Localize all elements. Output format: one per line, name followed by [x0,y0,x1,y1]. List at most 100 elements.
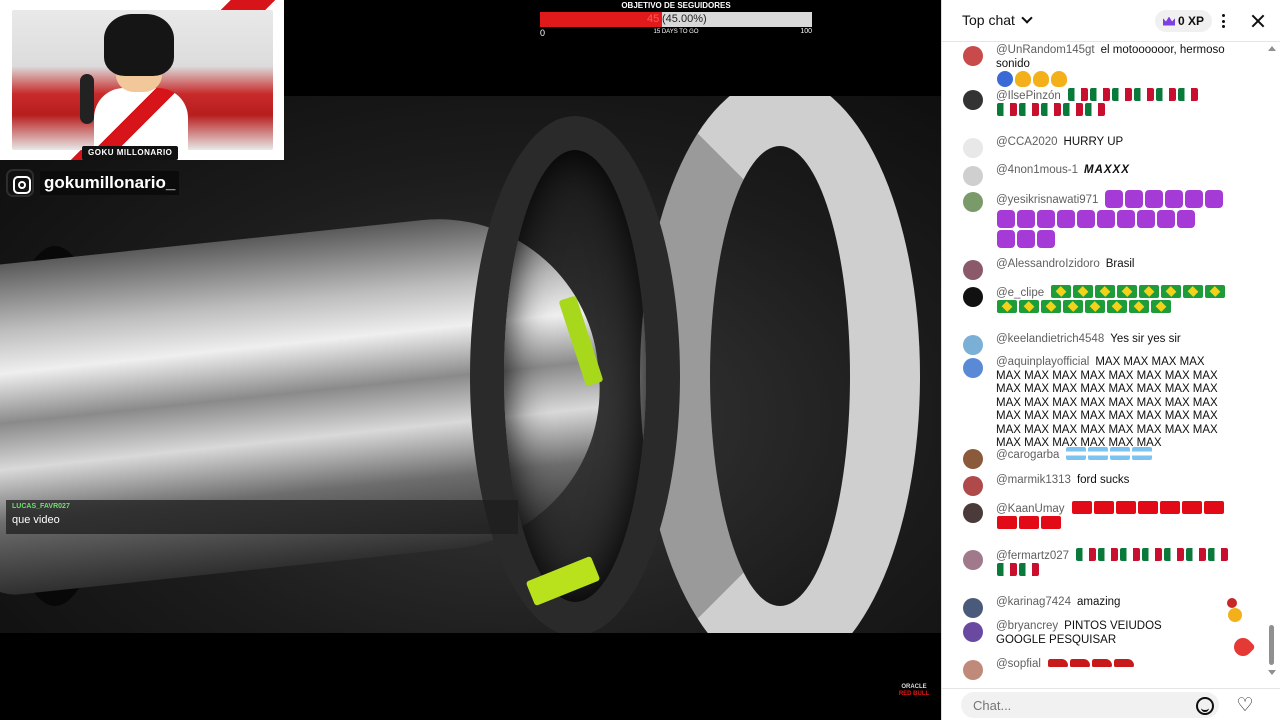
emoji [1132,447,1153,460]
avatar[interactable] [963,660,983,680]
emoji [1066,447,1087,460]
message-author[interactable]: @marmik1313 [996,474,1071,486]
microphone-icon [80,74,94,124]
chat-message-list[interactable]: @UnRandom145gt el motoooooor, hermoso son… [942,42,1280,688]
message-text: ford sucks [1076,474,1130,486]
emoji [1181,501,1202,514]
avatar[interactable] [963,192,983,212]
emoji [1165,190,1184,208]
message-author[interactable]: @KaanUmay [996,503,1065,515]
avatar[interactable] [963,46,983,66]
avatar[interactable] [963,622,983,642]
emoji [1037,230,1055,248]
emoji [1105,190,1124,208]
message-author[interactable]: @fermartz027 [996,550,1069,562]
message-author[interactable]: @aquinplayofficial [996,356,1089,368]
emoji-icon[interactable] [1196,697,1214,715]
emoji [1185,190,1204,208]
emoji [1019,103,1039,117]
goal-max: 100 [800,28,812,35]
avatar[interactable] [963,598,983,618]
message-author[interactable]: @keelandietrich4548 [996,333,1104,345]
chat-mode-dropdown[interactable]: Top chat [962,12,1033,28]
message-author[interactable]: @AlessandroIzidoro [996,258,1100,270]
emoji [1177,210,1195,228]
emoji [1051,285,1072,298]
emoji [1142,548,1163,561]
message-author[interactable]: @bryancrey [996,620,1058,632]
emoji [1157,210,1175,228]
emoji [1159,501,1180,514]
message-body: @UnRandom145gt el motoooooor, hermoso son… [996,44,1256,89]
avatar[interactable] [963,90,983,110]
emoji [1115,501,1136,514]
xp-label: 0 XP [1178,14,1205,28]
avatar[interactable] [963,503,983,523]
emoji [1063,300,1083,314]
message-author[interactable]: @CCA2020 [996,136,1058,148]
instagram-icon [6,169,34,197]
message-author[interactable]: @sopfial [996,658,1041,670]
xp-badge[interactable]: 0 XP [1155,10,1213,32]
emoji [1125,190,1144,208]
overlay-chat-user: LUCAS_FAVR027 [12,503,70,510]
avatar[interactable] [963,449,983,469]
avatar[interactable] [963,287,983,307]
reaction-emoji-icon [1228,608,1242,622]
emoji [1019,300,1039,314]
scrollbar-thumb[interactable] [1269,625,1274,665]
emoji [1110,447,1131,460]
emoji [1164,548,1185,561]
emoji [1085,300,1105,314]
scroll-up-icon[interactable] [1268,46,1276,51]
emoji [1095,285,1116,298]
emoji [1139,285,1160,298]
goal-percent: (45.00%) [662,13,707,25]
emoji [1098,548,1119,561]
avatar[interactable] [963,335,983,355]
avatar[interactable] [963,550,983,570]
reaction-heart-icon [1227,598,1237,608]
emoji [1051,71,1067,87]
emoji [1186,548,1207,561]
avatar[interactable] [963,166,983,186]
instagram-badge: gokumillonario_ [6,168,180,198]
emoji [1145,190,1164,208]
emoji [1093,501,1114,514]
emoji [1085,103,1105,117]
more-vert-icon[interactable] [1218,11,1228,31]
message-body: @4non1mous-1 MAXXX [996,164,1256,178]
video-ring-shape [470,116,680,633]
app-root: GOKU MILLONARIO gokumillonario_ OBJETIVO… [0,0,1280,720]
heart-icon[interactable]: ♡ [1235,696,1255,715]
emoji [997,300,1017,314]
avatar[interactable] [963,358,983,378]
message-author[interactable]: @yesikrisnawati971 [996,194,1098,206]
message-body: @carogarba [996,447,1256,462]
avatar[interactable] [963,260,983,280]
live-chat-panel: Top chat 0 XP @UnRandom145gt el motoooooo… [941,0,1280,720]
message-author[interactable]: @karinag7424 [996,596,1071,608]
message-body: @CCA2020 HURRY UP [996,136,1256,150]
avatar-shirt [94,88,188,150]
avatar[interactable] [963,476,983,496]
emoji [1151,300,1171,314]
avatar-hair [104,14,174,76]
message-author[interactable]: @IlsePinzón [996,90,1061,102]
emoji [997,71,1013,87]
emoji [1120,548,1141,561]
close-icon[interactable] [1248,11,1268,31]
message-author[interactable]: @carogarba [996,449,1059,461]
emoji [1107,300,1127,314]
crown-icon [1163,16,1175,26]
message-author[interactable]: @4non1mous-1 [996,164,1078,176]
chat-input[interactable] [961,692,1219,718]
overlay-chat-message: LUCAS_FAVR027 que video [6,500,518,534]
message-author[interactable]: @UnRandom145gt [996,44,1095,56]
scroll-down-icon[interactable] [1268,670,1276,675]
emoji [997,210,1015,228]
video-player[interactable]: GOKU MILLONARIO gokumillonario_ OBJETIVO… [0,0,941,720]
emoji [997,103,1017,117]
avatar[interactable] [963,138,983,158]
message-author[interactable]: @e_clipe [996,287,1044,299]
